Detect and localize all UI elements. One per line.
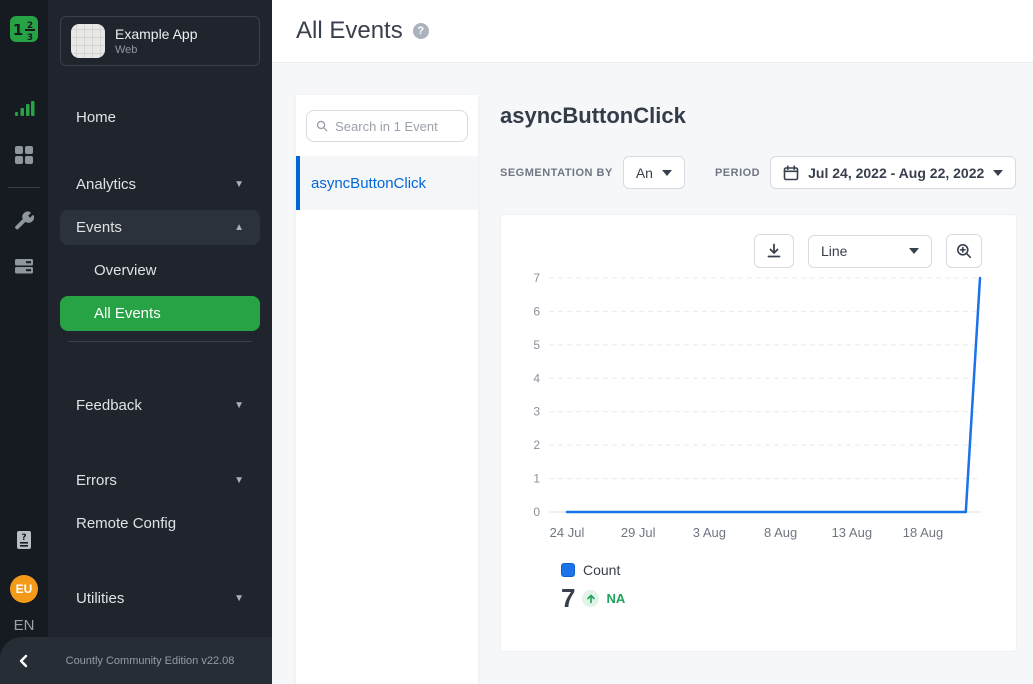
chart-toolbar: Line	[501, 215, 1016, 268]
svg-text:1: 1	[13, 21, 23, 39]
chevron-down-icon: ▼	[234, 179, 244, 190]
menu-divider	[68, 341, 252, 342]
analytics-bar-chart-icon[interactable]	[12, 97, 36, 121]
svg-text:?: ?	[21, 533, 26, 543]
event-list-item-selected[interactable]: asyncButtonClick	[296, 156, 478, 210]
segmentation-dropdown[interactable]: An	[623, 156, 685, 189]
user-avatar[interactable]: EU	[10, 575, 38, 603]
help-icon[interactable]: ?	[413, 23, 429, 39]
calendar-icon	[783, 165, 799, 181]
chart-card: Line 0 1 2 3 4 5 6 7 24 Jul 29 Jul 3 Aug 8 Aug 13 Au…	[500, 214, 1017, 652]
chevron-down-icon	[909, 248, 919, 254]
controls-row: SEGMENTATION BY An PERIOD Jul 24, 2022 -…	[500, 156, 1017, 189]
data-manager-server-icon[interactable]	[12, 254, 36, 278]
sidebar-item-remote-config[interactable]: Remote Config	[60, 506, 260, 541]
chart-type-dropdown[interactable]: Line	[808, 235, 932, 268]
chevron-left-icon	[17, 654, 31, 668]
chevron-down-icon: ▼	[234, 400, 244, 411]
page-header: All Events ?	[272, 0, 1033, 63]
date-range-picker[interactable]: Jul 24, 2022 - Aug 22, 2022	[770, 156, 1016, 189]
report-manager-doc-question-icon[interactable]: ?	[12, 528, 36, 552]
sidebar-bottom-bar: Countly Community Edition v22.08	[0, 637, 272, 684]
app-type: Web	[115, 44, 198, 56]
svg-text:3 Aug: 3 Aug	[693, 525, 726, 540]
app-name: Example App	[115, 26, 198, 42]
sidebar-collapse-button[interactable]	[0, 654, 48, 668]
sidebar-item-analytics[interactable]: Analytics ▼	[60, 167, 260, 202]
event-detail-section: asyncButtonClick SEGMENTATION BY An PERI…	[500, 63, 1017, 684]
sidebar-item-events-overview[interactable]: Overview	[60, 253, 260, 288]
svg-text:3: 3	[27, 33, 33, 43]
svg-text:5: 5	[533, 338, 540, 352]
app-selector[interactable]: Example App Web	[60, 16, 260, 66]
icon-rail: 1 2 3	[0, 0, 48, 684]
content-body: asyncButtonClick asyncButtonClick SEGMEN…	[272, 63, 1033, 684]
rail-divider	[8, 187, 40, 188]
chevron-up-icon: ▲	[234, 222, 244, 233]
sidebar: 1 2 3	[0, 0, 272, 684]
legend-total: 7	[561, 583, 575, 614]
dashboards-grid-icon[interactable]	[12, 143, 36, 167]
countly-app: 1 2 3	[0, 0, 1033, 684]
event-list-panel: asyncButtonClick	[296, 95, 478, 684]
download-icon	[766, 243, 782, 259]
event-search-input[interactable]	[335, 119, 458, 134]
zoom-chart-button[interactable]	[946, 234, 982, 268]
svg-text:6: 6	[533, 304, 540, 318]
chevron-down-icon: ▼	[234, 593, 244, 604]
management-wrench-icon[interactable]	[12, 208, 36, 232]
svg-text:4: 4	[533, 371, 540, 385]
trend-value: NA	[606, 591, 625, 606]
period-label: PERIOD	[715, 167, 760, 179]
sidebar-item-events[interactable]: Events ▲	[60, 210, 260, 245]
search-icon	[316, 119, 328, 133]
chevron-down-icon: ▼	[234, 475, 244, 486]
svg-text:29 Jul: 29 Jul	[621, 525, 656, 540]
download-chart-button[interactable]	[754, 234, 794, 268]
trend-up-arrow-icon	[582, 590, 599, 607]
line-chart: 0 1 2 3 4 5 6 7 24 Jul 29 Jul 3 Aug 8 Aug 13 Aug 18 A…	[519, 272, 989, 562]
svg-text:0: 0	[533, 505, 540, 519]
sidebar-item-all-events[interactable]: All Events	[60, 296, 260, 331]
main-content: All Events ? asyncButtonClick	[272, 0, 1033, 684]
svg-text:8 Aug: 8 Aug	[764, 525, 797, 540]
countly-logo-icon[interactable]: 1 2 3	[9, 14, 39, 44]
svg-text:3: 3	[533, 405, 540, 419]
chevron-down-icon	[662, 170, 672, 176]
version-text: Countly Community Edition v22.08	[48, 655, 272, 667]
sidebar-item-errors[interactable]: Errors ▼	[60, 463, 260, 498]
magnifier-plus-icon	[956, 243, 972, 259]
legend-label: Count	[583, 562, 620, 578]
svg-text:13 Aug: 13 Aug	[832, 525, 873, 540]
svg-text:1: 1	[533, 472, 540, 486]
event-search-box	[306, 110, 468, 142]
svg-text:24 Jul: 24 Jul	[550, 525, 585, 540]
sidebar-item-feedback[interactable]: Feedback ▼	[60, 388, 260, 423]
svg-text:7: 7	[533, 272, 540, 285]
app-icon	[71, 24, 105, 58]
language-selector[interactable]: EN	[14, 617, 35, 634]
sidebar-item-utilities[interactable]: Utilities ▼	[60, 581, 260, 616]
chevron-down-icon	[993, 170, 1003, 176]
chart-legend: Count 7 NA	[561, 562, 1016, 614]
legend-checkbox-count[interactable]	[561, 563, 575, 577]
svg-text:18 Aug: 18 Aug	[903, 525, 944, 540]
svg-text:2: 2	[533, 438, 540, 452]
sidebar-item-home[interactable]: Home	[60, 100, 260, 135]
sidebar-menu: Example App Web Home Analytics ▼ Events …	[48, 0, 272, 684]
segmentation-label: SEGMENTATION BY	[500, 167, 613, 179]
event-title: asyncButtonClick	[500, 103, 1017, 129]
page-title: All Events	[296, 17, 403, 45]
